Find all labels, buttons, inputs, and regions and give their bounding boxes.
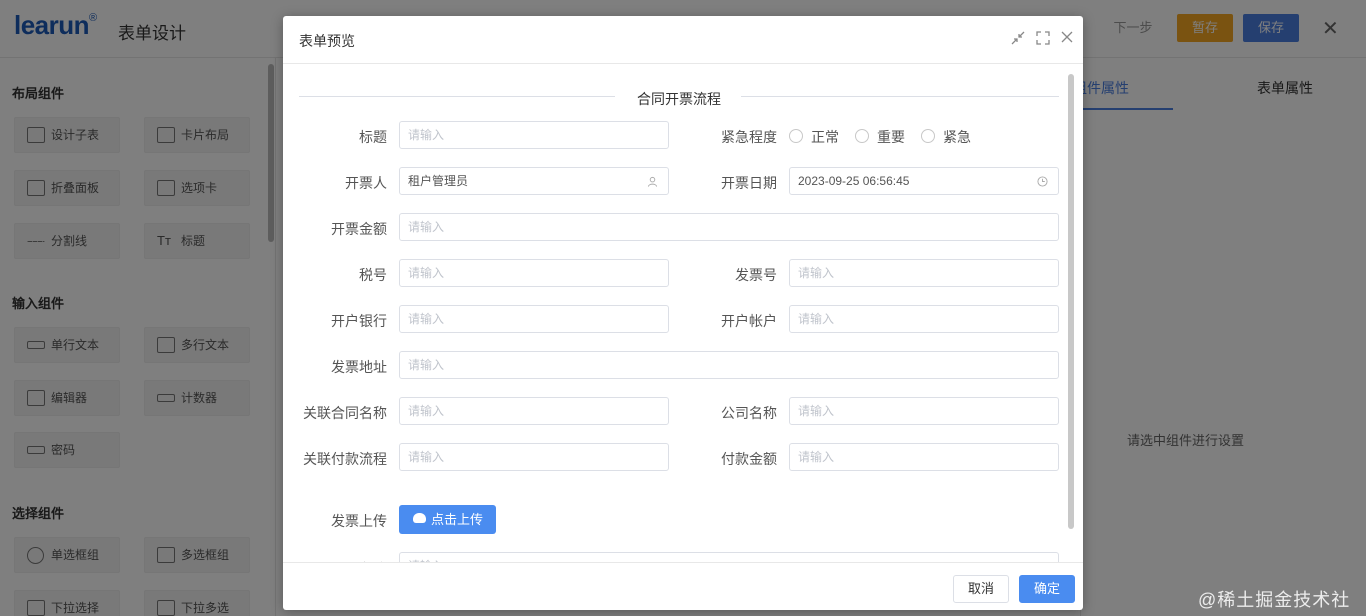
urgency-radio-normal[interactable]: 正常 (789, 127, 839, 147)
confirm-button[interactable]: 确定 (1019, 575, 1075, 603)
close-icon[interactable] (1058, 30, 1076, 48)
tax-no-input[interactable]: 请输入 (399, 259, 669, 287)
user-icon (647, 168, 658, 194)
issuer-input[interactable]: 租户管理员 (399, 167, 669, 195)
address-input[interactable]: 请输入 (399, 351, 1059, 379)
bank-label: 开户银行 (331, 313, 387, 329)
clock-icon (1037, 168, 1048, 194)
upload-label: 发票上传 (331, 513, 387, 529)
tax-no-label: 税号 (359, 267, 387, 283)
invoice-no-label: 发票号 (735, 267, 777, 283)
account-input[interactable]: 请输入 (789, 305, 1059, 333)
fullscreen-icon[interactable] (1034, 30, 1052, 48)
dialog-header: 表单预览 (283, 16, 1083, 64)
contract-input[interactable]: 请输入 (399, 397, 669, 425)
dialog-scrollbar[interactable] (1068, 74, 1074, 529)
title-input[interactable]: 请输入 (399, 121, 669, 149)
urgency-radio-urgent[interactable]: 紧急 (921, 127, 971, 147)
minimize-icon[interactable] (1009, 30, 1027, 48)
payment-flow-label: 关联付款流程 (303, 451, 387, 467)
dialog-footer: 取消 确定 (283, 562, 1083, 610)
dialog-body: 合同开票流程 标题 请输入 紧急程度 正常 重要 紧急 开票人 租户管理员 开票… (283, 64, 1083, 562)
contract-label: 关联合同名称 (303, 405, 387, 421)
form-heading: 合同开票流程 (637, 91, 721, 107)
watermark: @稀土掘金技术社区 (1198, 590, 1351, 610)
payment-flow-input[interactable]: 请输入 (399, 443, 669, 471)
account-label: 开户帐户 (721, 313, 777, 329)
amount-label: 开票金额 (331, 221, 387, 237)
invoice-no-input[interactable]: 请输入 (789, 259, 1059, 287)
bank-input[interactable]: 请输入 (399, 305, 669, 333)
date-label: 开票日期 (721, 175, 777, 191)
address-label: 发票地址 (331, 359, 387, 375)
urgency-radio-important[interactable]: 重要 (855, 127, 905, 147)
issuer-label: 开票人 (345, 175, 387, 191)
date-input[interactable]: 2023-09-25 06:56:45 (789, 167, 1059, 195)
cancel-button[interactable]: 取消 (953, 575, 1009, 603)
heading-divider-right (741, 96, 1059, 97)
company-label: 公司名称 (721, 405, 777, 421)
cloud-upload-icon (413, 513, 426, 523)
form-preview-dialog: 表单预览 合同开票流程 标题 请输入 紧急程度 正常 重要 紧急 开票人 租户管… (283, 16, 1083, 610)
heading-divider-left (299, 96, 615, 97)
remark-input[interactable]: 请输入 (399, 552, 1059, 562)
title-label: 标题 (359, 129, 387, 145)
amount-input[interactable]: 请输入 (399, 213, 1059, 241)
payment-amount-input[interactable]: 请输入 (789, 443, 1059, 471)
company-input[interactable]: 请输入 (789, 397, 1059, 425)
urgency-label: 紧急程度 (721, 129, 777, 145)
upload-button[interactable]: 点击上传 (399, 505, 496, 534)
dialog-title: 表单预览 (299, 33, 355, 49)
payment-amount-label: 付款金额 (721, 451, 777, 467)
